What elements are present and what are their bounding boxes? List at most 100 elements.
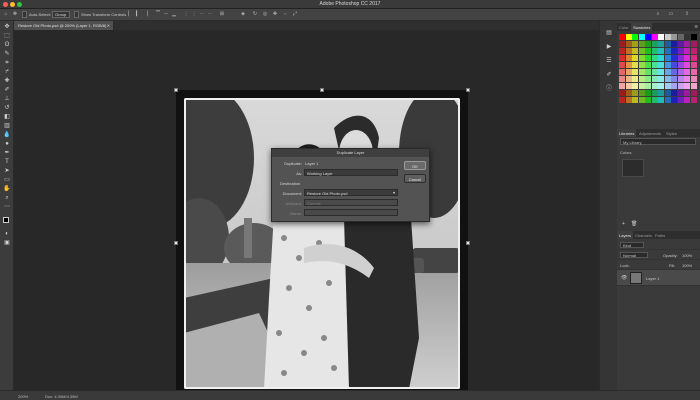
- cancel-button[interactable]: Cancel: [404, 174, 426, 183]
- shape-tool-icon[interactable]: ▭: [3, 177, 11, 184]
- swatch[interactable]: [671, 83, 677, 89]
- swatch[interactable]: [645, 55, 651, 61]
- kind-filter[interactable]: Kind: [620, 242, 644, 248]
- swatch[interactable]: [625, 34, 632, 40]
- transform-handle-mid-left[interactable]: [174, 241, 178, 245]
- swatch[interactable]: [684, 48, 690, 54]
- transform-handle-top-left[interactable]: [174, 88, 178, 92]
- eyedropper-tool-icon[interactable]: ⌿: [3, 69, 11, 76]
- swatch[interactable]: [690, 83, 697, 89]
- swatch[interactable]: [677, 83, 684, 89]
- swatch[interactable]: [671, 41, 677, 47]
- distribute-3-icon[interactable]: ⋯: [199, 12, 205, 17]
- doc-info[interactable]: Doc: 4.39M/4.39M: [45, 394, 78, 399]
- align-right-icon[interactable]: ▕: [143, 12, 149, 17]
- swatch[interactable]: [651, 34, 658, 40]
- zoom-tool-icon[interactable]: ⌕: [3, 195, 11, 202]
- transform-checkbox[interactable]: [74, 11, 79, 18]
- 3d-slide-icon[interactable]: ⇔: [282, 12, 288, 17]
- close-tab-icon[interactable]: ✕: [107, 23, 110, 28]
- history-icon[interactable]: ▤: [605, 29, 613, 37]
- crop-tool-icon[interactable]: ⌗: [3, 60, 11, 67]
- swatch[interactable]: [664, 34, 671, 40]
- 3d-rotate-icon[interactable]: ↻: [252, 12, 258, 17]
- swatch[interactable]: [619, 97, 625, 103]
- opacity-value[interactable]: 100%: [682, 253, 692, 258]
- swatch[interactable]: [619, 41, 625, 47]
- blur-tool-icon[interactable]: 💧: [3, 132, 11, 139]
- swatch[interactable]: [677, 90, 684, 96]
- swatch[interactable]: [677, 34, 684, 40]
- layer-row[interactable]: 👁 Layer 1: [617, 270, 700, 286]
- library-select[interactable]: My Library: [620, 138, 696, 145]
- delete-library-item-icon[interactable]: 🗑: [631, 221, 637, 227]
- layer-name[interactable]: Layer 1: [646, 276, 659, 281]
- swatch[interactable]: [645, 41, 651, 47]
- swatch[interactable]: [690, 97, 697, 103]
- add-library-item-icon[interactable]: +: [622, 221, 625, 227]
- swatch[interactable]: [638, 97, 645, 103]
- swatch[interactable]: [664, 55, 671, 61]
- quick-select-tool-icon[interactable]: ✎: [3, 51, 11, 58]
- artboard-select[interactable]: Canvas: [304, 199, 398, 206]
- swatch[interactable]: [625, 83, 632, 89]
- zoom-level[interactable]: 200%: [18, 394, 28, 399]
- swatch[interactable]: [671, 90, 677, 96]
- swatch[interactable]: [645, 83, 651, 89]
- brush-tool-icon[interactable]: ✐: [3, 87, 11, 94]
- swatch[interactable]: [645, 69, 651, 75]
- move-tool-icon[interactable]: ✥: [3, 24, 11, 31]
- swatch[interactable]: [684, 62, 690, 68]
- auto-select-dropdown[interactable]: Group: [52, 11, 70, 18]
- swatch[interactable]: [625, 62, 632, 68]
- swatch[interactable]: [690, 90, 697, 96]
- distribute-icon[interactable]: ⋮: [183, 12, 189, 17]
- 3d-mode-icon[interactable]: ◈: [240, 12, 246, 17]
- pen-tool-icon[interactable]: ✒: [3, 150, 11, 157]
- visibility-eye-icon[interactable]: 👁: [621, 275, 627, 281]
- swatch[interactable]: [690, 48, 697, 54]
- swatch[interactable]: [638, 62, 645, 68]
- swatch[interactable]: [638, 34, 645, 40]
- swatch[interactable]: [677, 62, 684, 68]
- swatch[interactable]: [690, 62, 697, 68]
- swatch[interactable]: [690, 34, 697, 40]
- swatch[interactable]: [658, 62, 664, 68]
- swatch[interactable]: [677, 55, 684, 61]
- swatch[interactable]: [658, 55, 664, 61]
- workspace-icon[interactable]: ▭: [668, 12, 674, 17]
- tab-swatches[interactable]: Swatches: [631, 23, 653, 31]
- auto-select-checkbox[interactable]: [22, 11, 27, 18]
- clone-stamp-tool-icon[interactable]: ⊥: [3, 96, 11, 103]
- 3d-roll-icon[interactable]: ◎: [262, 12, 268, 17]
- swatch[interactable]: [658, 83, 664, 89]
- swatch[interactable]: [638, 55, 645, 61]
- more-tools-icon[interactable]: ⋯: [3, 204, 11, 211]
- swatch[interactable]: [664, 62, 671, 68]
- home-icon[interactable]: ⌂: [3, 12, 9, 17]
- tab-libraries[interactable]: Libraries: [617, 129, 637, 137]
- swatch[interactable]: [632, 34, 638, 40]
- auto-align-icon[interactable]: ⊞: [219, 12, 225, 17]
- properties-icon[interactable]: ☰: [605, 57, 613, 65]
- 3d-pan-icon[interactable]: ✥: [272, 12, 278, 17]
- move-tool-icon[interactable]: ✥: [12, 12, 18, 17]
- swatch[interactable]: [658, 34, 664, 40]
- swatch[interactable]: [671, 69, 677, 75]
- swatch[interactable]: [671, 34, 677, 40]
- swatch[interactable]: [677, 69, 684, 75]
- ok-button[interactable]: OK: [404, 161, 426, 170]
- swatch[interactable]: [690, 76, 697, 82]
- info-icon[interactable]: ⓘ: [605, 85, 613, 93]
- foreground-color-swatch[interactable]: [3, 217, 9, 223]
- swatch[interactable]: [632, 76, 638, 82]
- distribute-4-icon[interactable]: ⋯: [207, 12, 213, 17]
- swatch[interactable]: [619, 34, 625, 40]
- history-brush-tool-icon[interactable]: ↺: [3, 105, 11, 112]
- gradient-tool-icon[interactable]: ▥: [3, 123, 11, 130]
- swatch[interactable]: [619, 83, 625, 89]
- library-color-item[interactable]: [622, 159, 644, 177]
- align-left-icon[interactable]: ▏: [127, 12, 133, 17]
- swatch[interactable]: [671, 48, 677, 54]
- swatch[interactable]: [619, 48, 625, 54]
